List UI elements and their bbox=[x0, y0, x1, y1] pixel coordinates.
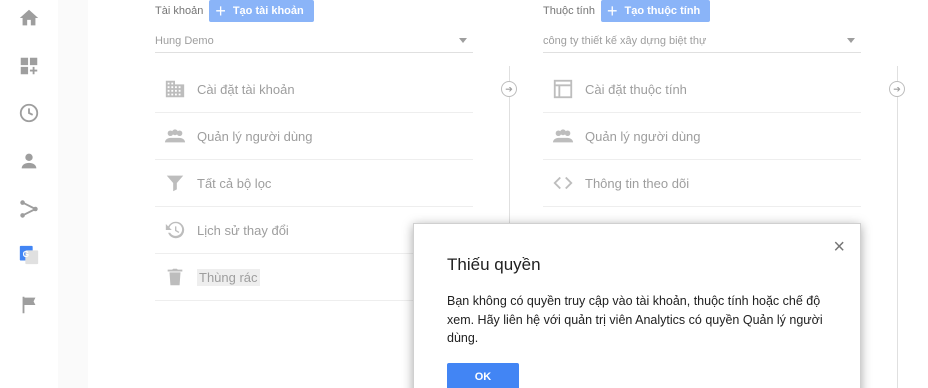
property-selected-value: công ty thiết kế xây dựng biệt thự bbox=[543, 34, 707, 47]
account-column-header: Tài khoản + Tạo tài khoản bbox=[155, 0, 314, 22]
create-account-button[interactable]: + Tạo tài khoản bbox=[209, 0, 314, 22]
dialog-title: Thiếu quyền bbox=[447, 255, 541, 274]
create-account-label: Tạo tài khoản bbox=[232, 5, 304, 17]
plus-icon: + bbox=[215, 1, 226, 21]
chevron-down-icon bbox=[847, 38, 855, 43]
close-icon[interactable]: × bbox=[833, 237, 845, 257]
plus-icon: + bbox=[606, 1, 618, 21]
permission-dialog: × Thiếu quyền Bạn không có quyền truy cậ… bbox=[413, 223, 861, 388]
arrow-right-circle-icon[interactable]: ➔ bbox=[501, 81, 517, 97]
column-divider bbox=[897, 66, 898, 388]
people-icon bbox=[163, 124, 187, 148]
menu-item-label: Quản lý người dùng bbox=[197, 128, 313, 144]
menu-item-account-settings[interactable]: Cài đặt tài khoản bbox=[155, 66, 473, 113]
menu-item-label: Tất cả bộ lọc bbox=[197, 175, 272, 191]
customization-icon[interactable] bbox=[17, 54, 41, 78]
realtime-clock-icon[interactable] bbox=[17, 101, 41, 125]
home-icon[interactable] bbox=[17, 6, 41, 30]
building-icon bbox=[163, 77, 187, 101]
code-icon bbox=[551, 171, 575, 195]
filter-icon bbox=[163, 171, 187, 195]
property-column-header: Thuộc tính + Tạo thuộc tính bbox=[543, 0, 711, 22]
conversions-flag-icon[interactable] bbox=[17, 293, 41, 317]
property-menu: Cài đặt thuộc tính Quản lý người dùng Th… bbox=[543, 66, 861, 207]
history-icon bbox=[163, 218, 187, 242]
property-label: Thuộc tính bbox=[543, 5, 595, 17]
menu-item-property-users[interactable]: Quản lý người dùng bbox=[543, 113, 861, 160]
account-selected-value: Hung Demo bbox=[155, 34, 214, 47]
menu-item-label: Thông tin theo dõi bbox=[585, 175, 690, 191]
arrow-right-circle-icon[interactable]: ➔ bbox=[889, 81, 905, 97]
trash-icon bbox=[163, 265, 187, 289]
account-label: Tài khoản bbox=[155, 5, 204, 17]
menu-item-label: Quản lý người dùng bbox=[585, 128, 701, 144]
layout-icon bbox=[551, 77, 575, 101]
account-selector[interactable]: Hung Demo bbox=[155, 29, 473, 53]
chevron-down-icon bbox=[459, 38, 467, 43]
menu-item-account-users[interactable]: Quản lý người dùng bbox=[155, 113, 473, 160]
menu-item-label: Lịch sử thay đổi bbox=[197, 222, 289, 238]
dialog-message: Bạn không có quyền truy cập vào tài khoả… bbox=[447, 294, 823, 345]
menu-item-all-filters[interactable]: Tất cả bộ lọc bbox=[155, 160, 473, 207]
create-property-button[interactable]: + Tạo thuộc tính bbox=[600, 0, 711, 22]
svg-text:G: G bbox=[23, 250, 29, 259]
people-icon bbox=[551, 124, 575, 148]
menu-item-label: Cài đặt thuộc tính bbox=[585, 81, 687, 97]
create-property-label: Tạo thuộc tính bbox=[624, 5, 701, 17]
audience-person-icon[interactable] bbox=[17, 149, 41, 173]
menu-item-label: Cài đặt tài khoản bbox=[197, 81, 295, 97]
ok-button[interactable]: OK bbox=[447, 363, 519, 388]
menu-item-property-settings[interactable]: Cài đặt thuộc tính bbox=[543, 66, 861, 113]
left-sidebar: G bbox=[0, 0, 58, 388]
menu-item-label: Thùng rác bbox=[197, 268, 260, 286]
menu-item-tracking-info[interactable]: Thông tin theo dõi bbox=[543, 160, 861, 207]
translate-icon[interactable]: G bbox=[17, 243, 41, 267]
property-selector[interactable]: công ty thiết kế xây dựng biệt thự bbox=[543, 29, 861, 53]
acquisition-icon[interactable] bbox=[17, 197, 41, 221]
